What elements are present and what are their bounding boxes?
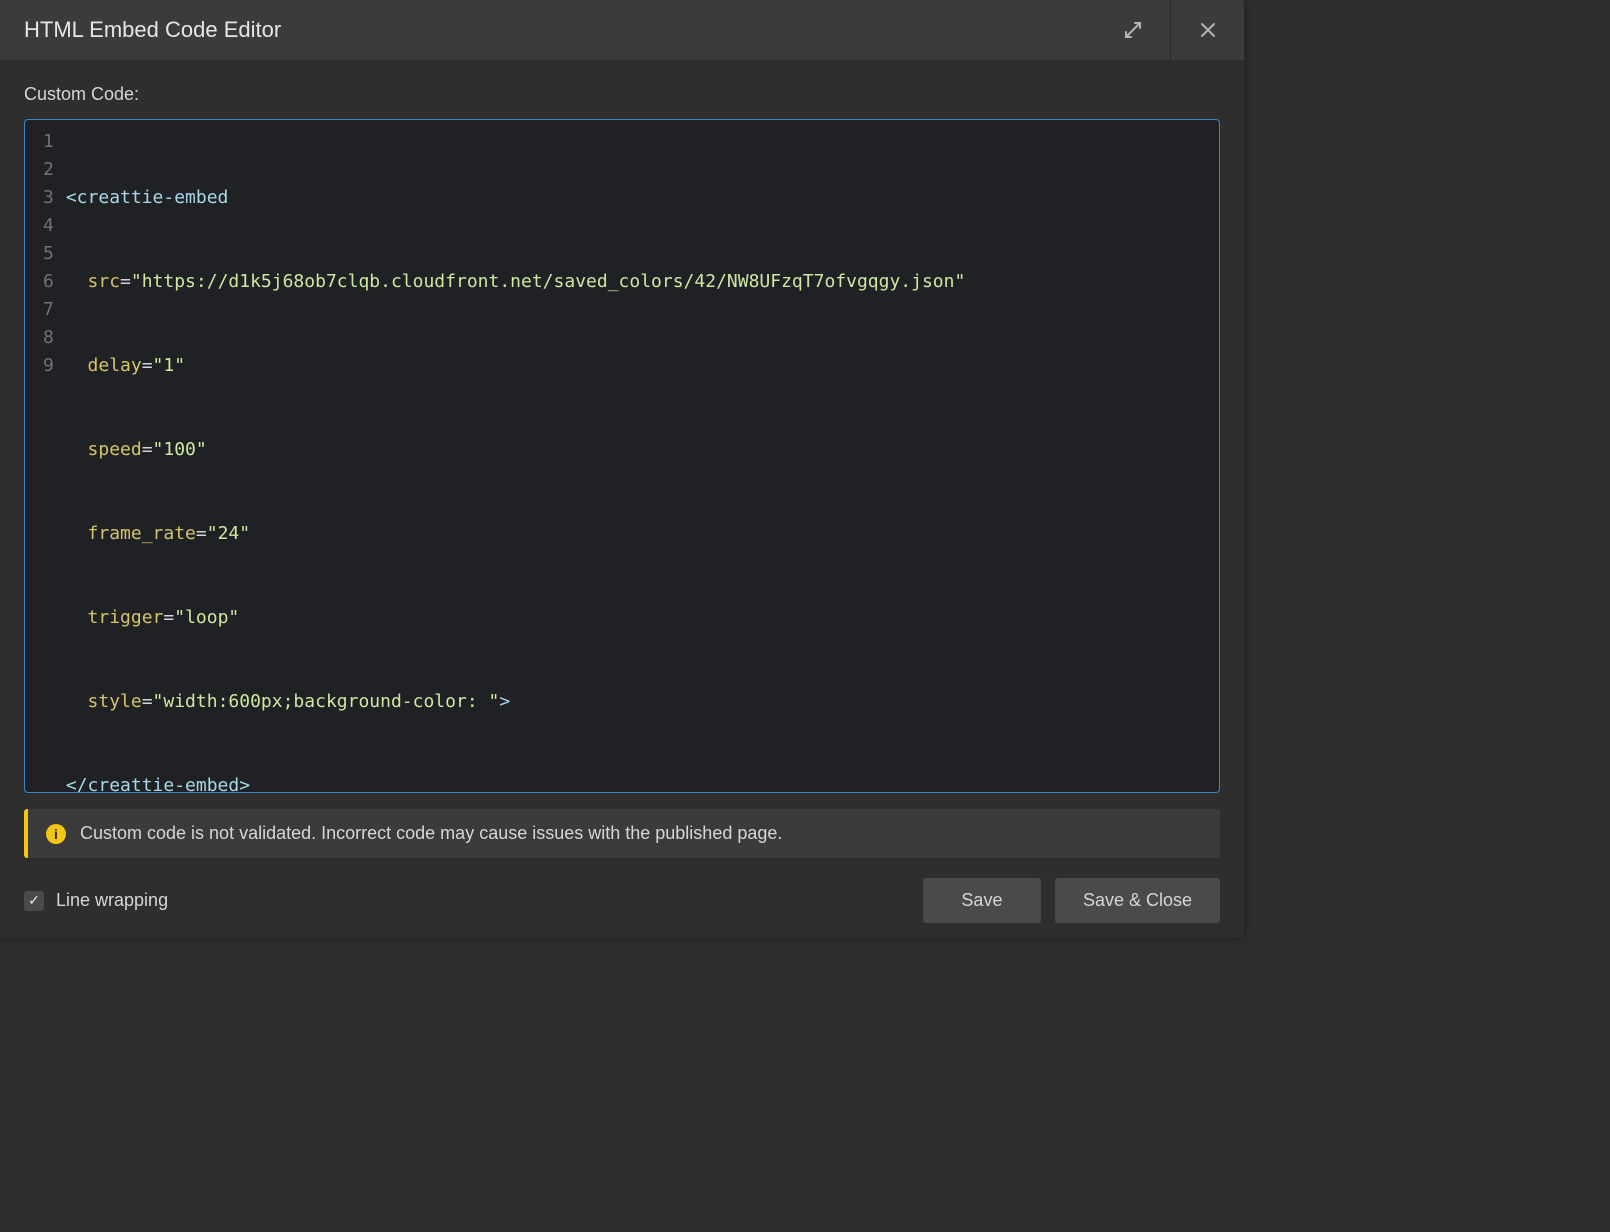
expand-icon	[1123, 20, 1143, 40]
modal-titlebar: HTML Embed Code Editor	[0, 0, 1244, 60]
code-token: =	[142, 691, 153, 712]
line-number: 8	[43, 324, 54, 352]
line-number: 9	[43, 352, 54, 380]
save-button[interactable]: Save	[923, 878, 1041, 923]
code-token: >	[499, 691, 510, 712]
code-token: "width:600px;background-color: "	[153, 691, 500, 712]
modal-body: Custom Code: 1 2 3 4 5 6 7 8 9 <creattie…	[0, 60, 1244, 943]
line-number: 3	[43, 184, 54, 212]
modal-footer: ✓ Line wrapping Save Save & Close	[24, 878, 1220, 923]
code-token: "https://d1k5j68ob7clqb.cloudfront.net/s…	[131, 271, 965, 292]
code-editor[interactable]: 1 2 3 4 5 6 7 8 9 <creattie-embed src="h…	[24, 119, 1220, 793]
save-close-button[interactable]: Save & Close	[1055, 878, 1220, 923]
embed-editor-modal: HTML Embed Code Editor Custom Code: 1 2 …	[0, 0, 1244, 938]
code-token: <creattie-embed	[66, 187, 229, 208]
line-number: 6	[43, 268, 54, 296]
notice-text: Custom code is not validated. Incorrect …	[80, 823, 782, 844]
code-token: =	[142, 439, 153, 460]
code-token: =	[142, 355, 153, 376]
line-number: 4	[43, 212, 54, 240]
modal-title: HTML Embed Code Editor	[24, 17, 1096, 43]
code-token: =	[196, 523, 207, 544]
code-token: "1"	[153, 355, 186, 376]
close-button[interactable]	[1170, 0, 1244, 60]
code-token: </creattie-embed>	[66, 775, 250, 793]
expand-button[interactable]	[1096, 0, 1170, 60]
code-content[interactable]: <creattie-embed src="https://d1k5j68ob7c…	[66, 120, 1219, 792]
line-number: 2	[43, 156, 54, 184]
info-icon: i	[46, 824, 66, 844]
code-token: "100"	[153, 439, 207, 460]
checkbox-label: Line wrapping	[56, 890, 168, 911]
line-gutter: 1 2 3 4 5 6 7 8 9	[25, 120, 66, 792]
code-token: "loop"	[174, 607, 239, 628]
close-icon	[1198, 20, 1218, 40]
code-token: src	[66, 271, 120, 292]
code-token: "24"	[207, 523, 250, 544]
code-label: Custom Code:	[24, 84, 1220, 105]
code-token: trigger	[66, 607, 164, 628]
code-token: =	[163, 607, 174, 628]
code-token: speed	[66, 439, 142, 460]
line-number: 5	[43, 240, 54, 268]
code-token: style	[66, 691, 142, 712]
code-token: frame_rate	[66, 523, 196, 544]
line-number: 1	[43, 128, 54, 156]
line-wrapping-toggle[interactable]: ✓ Line wrapping	[24, 890, 168, 911]
validation-notice: i Custom code is not validated. Incorrec…	[24, 809, 1220, 858]
line-number: 7	[43, 296, 54, 324]
code-token: =	[120, 271, 131, 292]
checkbox-icon: ✓	[24, 891, 44, 911]
code-token: delay	[66, 355, 142, 376]
